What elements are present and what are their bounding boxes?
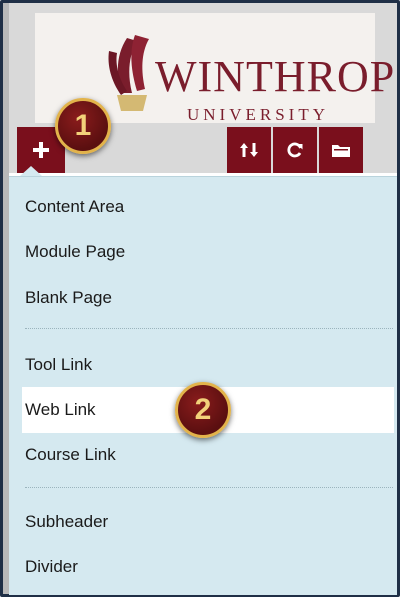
menu-separator — [25, 328, 393, 329]
sort-icon — [240, 143, 258, 157]
menu-pointer-caret — [20, 166, 42, 176]
manage-folders-button[interactable] — [319, 127, 363, 173]
menu-item-course-link[interactable]: Course Link — [25, 445, 116, 465]
menu-separator — [25, 487, 393, 488]
menu-item-blank-page[interactable]: Blank Page — [25, 288, 112, 308]
folder-icon — [332, 145, 350, 157]
step-badge-1: 1 — [55, 98, 111, 154]
step-badge-2: 2 — [175, 382, 231, 438]
menu-item-module-page[interactable]: Module Page — [25, 242, 125, 262]
logo-subtitle: UNIVERSITY — [187, 105, 329, 124]
menu-item-divider[interactable]: Divider — [25, 557, 78, 577]
menu-item-content-area[interactable]: Content Area — [25, 197, 124, 217]
refresh-menu-button[interactable] — [273, 127, 317, 173]
plus-icon — [33, 142, 49, 158]
logo-wordmark: WINTHROP — [155, 52, 396, 101]
sort-menu-button[interactable] — [227, 127, 271, 173]
menu-item-tool-link[interactable]: Tool Link — [25, 355, 92, 375]
refresh-icon — [287, 142, 303, 158]
menu-item-subheader[interactable]: Subheader — [25, 512, 108, 532]
menu-item-web-link[interactable]: Web Link — [25, 400, 96, 420]
